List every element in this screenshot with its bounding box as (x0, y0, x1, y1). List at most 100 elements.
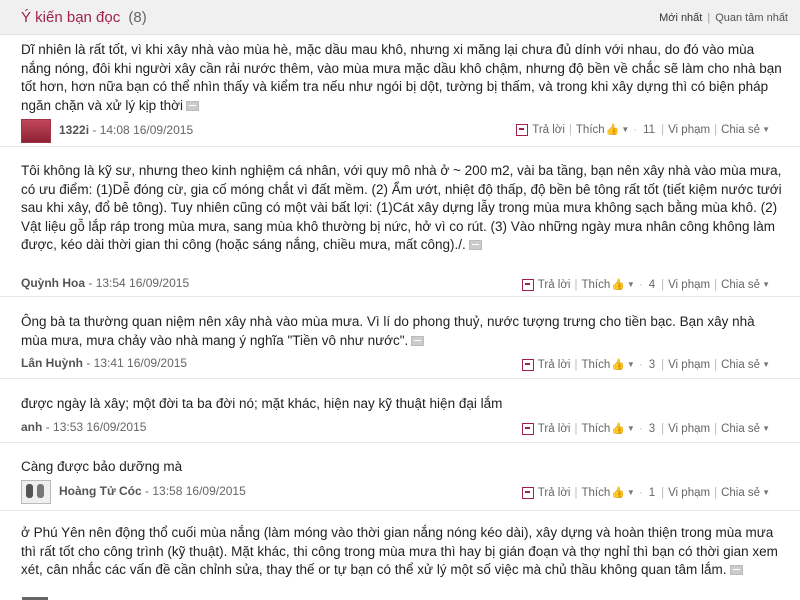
action-divider: | (661, 359, 665, 371)
action-divider: | (714, 124, 718, 136)
chevron-down-icon[interactable]: ▼ (762, 488, 770, 497)
comment-body: được ngày là xây; một đời ta ba đời nó; … (21, 396, 503, 411)
comment-text: được ngày là xây; một đời ta ba đời nó; … (21, 395, 782, 414)
report-button[interactable]: Vi phạm (668, 487, 710, 499)
action-divider: | (714, 423, 718, 435)
comments-count: (8) (128, 9, 147, 26)
sort-newest-link[interactable]: Mới nhất (659, 12, 702, 24)
like-count: 3 (648, 423, 656, 435)
reply-button[interactable]: Trả lời (538, 423, 571, 435)
comment-actions: Trả lời | Thích👍 ▼ · 3 | Vi phạm | Chia sẻ ▼ (521, 358, 770, 371)
comment-item: ở Phú Yên nên động thổ cuối mùa nắng (là… (0, 520, 800, 600)
action-divider: | (574, 359, 578, 371)
like-button[interactable]: Thích (576, 124, 605, 136)
reply-button[interactable]: Trả lời (538, 279, 571, 291)
sort-options: Mới nhất | Quan tâm nhất (659, 12, 788, 24)
chevron-down-icon[interactable]: ▼ (627, 360, 635, 369)
comment-item: Ông bà ta thường quan niệm nên xây nhà v… (0, 306, 800, 379)
like-count: 3 (648, 359, 656, 371)
like-count: 1 (648, 487, 656, 499)
comments-title-text: Ý kiến bạn đọc (21, 9, 121, 26)
thumbs-up-icon[interactable]: 👍 (611, 359, 625, 371)
comment-meta: anh - 13:53 16/09/2015 (21, 420, 146, 434)
collapse-icon[interactable] (729, 565, 743, 576)
report-button[interactable]: Vi phạm (668, 124, 710, 136)
action-divider: | (574, 423, 578, 435)
comment-text: Càng được bảo dưỡng mà (21, 458, 782, 477)
comment-body: Dĩ nhiên là rất tốt, vì khi xây nhà vào … (21, 42, 782, 113)
comment-body: ở Phú Yên nên động thổ cuối mùa nắng (là… (21, 525, 778, 577)
comments-title: Ý kiến bạn đọc (8) (21, 9, 147, 26)
report-button[interactable]: Vi phạm (668, 279, 710, 291)
action-divider: · (633, 124, 638, 136)
share-button[interactable]: Chia sẻ (721, 279, 760, 291)
comment-author[interactable]: Quỳnh Hoa (21, 276, 85, 290)
action-divider: | (568, 124, 572, 136)
thumbs-up-icon[interactable]: 👍 (606, 124, 620, 136)
action-divider: | (714, 359, 718, 371)
chevron-down-icon[interactable]: ▼ (627, 488, 635, 497)
like-button[interactable]: Thích (581, 279, 610, 291)
comment-time: - 13:41 16/09/2015 (86, 356, 188, 370)
chevron-down-icon[interactable]: ▼ (762, 360, 770, 369)
like-button[interactable]: Thích (581, 487, 610, 499)
comment-author[interactable]: Lân Huỳnh (21, 356, 83, 370)
comment-meta: Lân Huỳnh - 13:41 16/09/2015 (21, 356, 187, 370)
reply-icon (521, 422, 534, 435)
comment-item: Dĩ nhiên là rất tốt, vì khi xây nhà vào … (0, 34, 800, 147)
sort-popular-link[interactable]: Quan tâm nhất (715, 12, 788, 24)
share-button[interactable]: Chia sẻ (721, 359, 760, 371)
like-button[interactable]: Thích (581, 359, 610, 371)
report-button[interactable]: Vi phạm (668, 359, 710, 371)
collapse-icon[interactable] (411, 335, 425, 346)
action-divider: | (661, 487, 665, 499)
action-divider: | (574, 279, 578, 291)
comment-author[interactable]: Hoàng Tử Cóc (59, 484, 142, 498)
chevron-down-icon[interactable]: ▼ (762, 424, 770, 433)
comment-meta: Quỳnh Hoa - 13:54 16/09/2015 (21, 276, 189, 290)
chevron-down-icon[interactable]: ▼ (627, 424, 635, 433)
reply-icon (521, 358, 534, 371)
like-button[interactable]: Thích (581, 423, 610, 435)
comment-body: Ông bà ta thường quan niệm nên xây nhà v… (21, 314, 755, 348)
action-divider: | (714, 487, 718, 499)
share-button[interactable]: Chia sẻ (721, 124, 760, 136)
action-divider: | (661, 279, 665, 291)
comment-body: Tôi không là kỹ sư, nhưng theo kinh nghi… (21, 163, 782, 252)
action-divider: · (638, 359, 643, 371)
avatar (21, 480, 51, 504)
sort-divider: | (707, 12, 711, 24)
action-divider: | (574, 487, 578, 499)
comment-author[interactable]: 1322i (59, 123, 89, 137)
collapse-icon[interactable] (185, 100, 199, 111)
action-divider: | (714, 279, 718, 291)
action-divider: | (661, 423, 665, 435)
avatar (21, 119, 51, 143)
share-button[interactable]: Chia sẻ (721, 423, 760, 435)
comment-text: Ông bà ta thường quan niệm nên xây nhà v… (21, 313, 782, 350)
thumbs-up-icon[interactable]: 👍 (611, 487, 625, 499)
reply-button[interactable]: Trả lời (532, 124, 565, 136)
reply-button[interactable]: Trả lời (538, 359, 571, 371)
thumbs-up-icon[interactable]: 👍 (611, 423, 625, 435)
reply-icon (521, 278, 534, 291)
thumbs-up-icon[interactable]: 👍 (611, 279, 625, 291)
collapse-icon[interactable] (468, 240, 482, 251)
comment-time: - 14:08 16/09/2015 (92, 123, 194, 138)
chevron-down-icon[interactable]: ▼ (762, 125, 770, 134)
comment-meta: Hoàng Tử Cóc - 13:58 16/09/2015 (21, 480, 246, 504)
reply-button[interactable]: Trả lời (538, 487, 571, 499)
comment-actions: Trả lời | Thích👍 ▼ · 4 | Vi phạm | Chia sẻ ▼ (521, 278, 770, 291)
chevron-down-icon[interactable]: ▼ (621, 125, 629, 134)
report-button[interactable]: Vi phạm (668, 423, 710, 435)
chevron-down-icon[interactable]: ▼ (762, 280, 770, 289)
comment-author[interactable]: anh (21, 420, 42, 434)
comment-text: Dĩ nhiên là rất tốt, vì khi xây nhà vào … (21, 41, 782, 115)
chevron-down-icon[interactable]: ▼ (627, 280, 635, 289)
share-button[interactable]: Chia sẻ (721, 487, 760, 499)
comments-header: Ý kiến bạn đọc (8) Mới nhất | Quan tâm nhấ… (0, 0, 800, 35)
action-divider: | (661, 124, 665, 136)
action-divider: · (638, 279, 643, 291)
comment-actions: Trả lời | Thích👍 ▼ · 3 | Vi phạm | Chia sẻ ▼ (521, 422, 770, 435)
like-count: 4 (648, 279, 656, 291)
